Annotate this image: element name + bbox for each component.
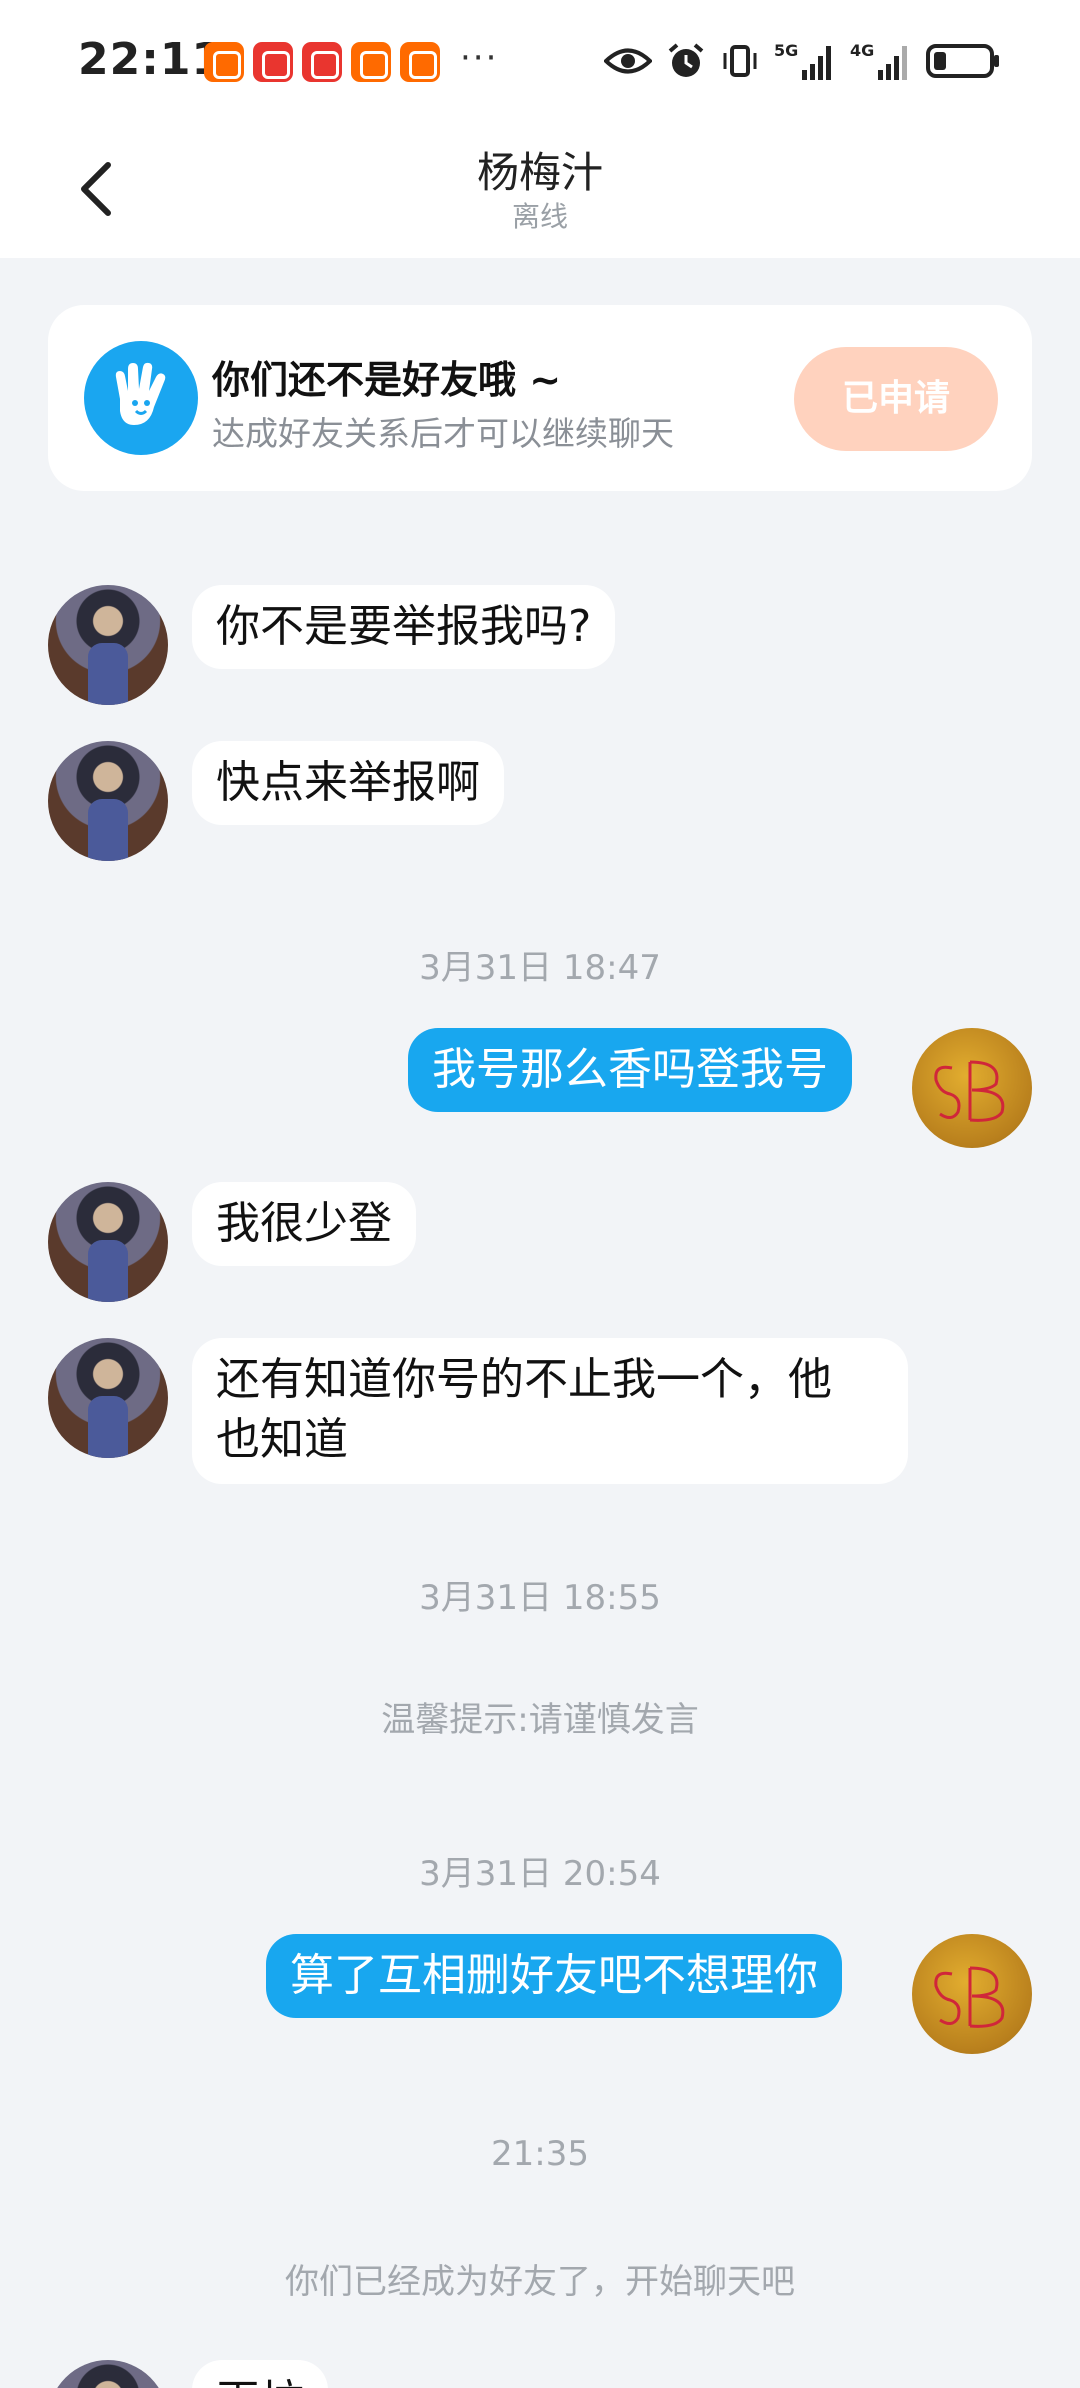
my-avatar[interactable] (912, 1934, 1032, 2054)
notification-icons (204, 42, 440, 82)
svg-text:4G: 4G (850, 41, 874, 60)
applied-button[interactable]: 已申请 (794, 347, 998, 451)
wave-hand-icon (84, 341, 198, 455)
contact-name: 杨梅汁 (476, 148, 603, 197)
incoming-message[interactable]: 你不是要举报我吗? (192, 585, 616, 669)
pinduoduo-app-icon (253, 42, 293, 82)
incoming-message[interactable]: 还有知道你号的不止我一个，他 也知道 (192, 1338, 908, 1484)
signal-4g-icon: 4G (850, 41, 907, 80)
incoming-message[interactable]: 我很少登 (192, 1182, 416, 1266)
contact-avatar[interactable] (48, 585, 168, 705)
pinduoduo-app-icon (302, 42, 342, 82)
contact-avatar[interactable] (48, 2360, 168, 2388)
incoming-message[interactable]: 快点来举报啊 (192, 741, 504, 825)
friend-request-card: 你们还不是好友哦 ~ 达成好友关系后才可以继续聊天 已申请 (48, 305, 1032, 491)
chat-header: 杨梅汁 离线 (0, 125, 1080, 258)
friend-notice-subtitle: 达成好友关系后才可以继续聊天 (212, 414, 674, 453)
friend-notice-title: 你们还不是好友哦 ~ (212, 358, 562, 402)
my-avatar[interactable] (912, 1028, 1032, 1148)
message-timestamp: 21:35 (491, 2134, 589, 2174)
message-timestamp: 3月31日 18:47 (419, 948, 661, 988)
contact-avatar[interactable] (48, 1338, 168, 1458)
svg-text:5G: 5G (774, 41, 798, 60)
status-bar: 22:11 ··· 5G 4G (0, 0, 1080, 125)
system-icons: 5G 4G (604, 40, 1002, 82)
system-tip: 你们已经成为好友了，开始聊天吧 (285, 2262, 795, 2302)
taobao-app-icon (204, 42, 244, 82)
vibrate-icon (723, 45, 757, 77)
contact-status: 离线 (511, 200, 568, 233)
message-timestamp: 3月31日 20:54 (419, 1854, 661, 1894)
message-timestamp: 3月31日 18:55 (419, 1578, 661, 1618)
message-line: 也知道 (216, 1414, 348, 1465)
system-tip: 温馨提示:请谨慎发言 (381, 1700, 699, 1740)
taobao-app-icon (351, 42, 391, 82)
outgoing-message[interactable]: 算了互相删好友吧不想理你 (266, 1934, 842, 2018)
sb-avatar-drawing (934, 1966, 1005, 2028)
signal-5g-icon: 5G (774, 41, 831, 80)
status-time: 22:11 (78, 34, 224, 85)
sb-avatar-drawing (934, 1060, 1005, 1122)
incoming-message[interactable]: 再坊 (192, 2360, 328, 2388)
contact-avatar[interactable] (48, 1182, 168, 1302)
battery-icon (926, 44, 999, 78)
alarm-icon (668, 43, 704, 77)
more-notifications-icon: ··· (460, 38, 499, 78)
eye-icon (604, 48, 652, 74)
contact-avatar[interactable] (48, 741, 168, 861)
taobao-app-icon (400, 42, 440, 82)
outgoing-message[interactable]: 我号那么香吗登我号 (408, 1028, 852, 1112)
message-line: 还有知道你号的不止我一个，他 (216, 1354, 832, 1405)
